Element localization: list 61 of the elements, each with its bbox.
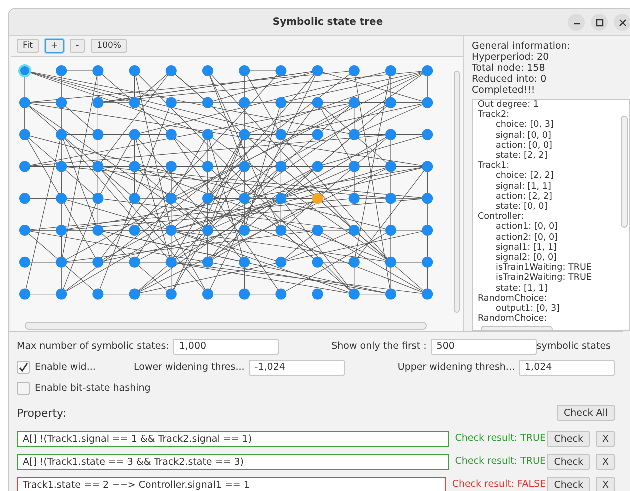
- checkbox[interactable]: [17, 361, 30, 374]
- checkbox-label: Enable wid...: [35, 362, 97, 373]
- check-button[interactable]: Check: [547, 431, 590, 447]
- remove-button[interactable]: X: [596, 477, 615, 491]
- zoom-button[interactable]: -: [70, 39, 86, 53]
- field-label: Lower widening thres...: [134, 362, 245, 373]
- tree-item: signal1: [1, 1]: [495, 242, 558, 253]
- tree-item: signal: [0, 0]: [495, 130, 552, 141]
- tree-item: state: [0, 0]: [496, 202, 549, 212]
- remove-button[interactable]: X: [596, 431, 615, 447]
- input-field[interactable]: -1,024: [248, 360, 345, 376]
- check-all-button[interactable]: Check All: [556, 405, 615, 421]
- tree-item: Controller:: [478, 212, 524, 222]
- tree-item: Track1:: [478, 161, 510, 172]
- window-title: Symbolic state tree: [272, 16, 384, 28]
- tree-item: action: [0, 0]: [495, 140, 554, 151]
- tree-item: choice: [2, 2]: [495, 171, 555, 182]
- field-label: Max number of symbolic states:: [17, 341, 170, 352]
- check-button[interactable]: Check: [547, 477, 590, 491]
- input-field[interactable]: 1,024: [519, 360, 615, 376]
- zoom-button[interactable]: 100%: [91, 39, 128, 53]
- tree-item: signal: [1, 1]: [495, 182, 552, 192]
- tree-item: signal2: [0, 0]: [495, 253, 558, 264]
- tree-item: choice: [0, 3]: [495, 120, 555, 131]
- tree-item: action1: [0, 0]: [495, 222, 560, 233]
- field-label: Upper widening thresh...: [398, 362, 515, 373]
- remove-button[interactable]: X: [596, 454, 615, 470]
- info-line: Hyperperiod: 20: [472, 52, 550, 63]
- property-field[interactable]: Track1.state == 2 −−> Controller.signal1 == 1: [17, 477, 446, 491]
- field-label: Show only the first :: [332, 341, 427, 352]
- tree-item: action2: [0, 0]: [495, 232, 560, 243]
- property-field[interactable]: A[] !(Track1.state == 3 && Track2.state == 3): [17, 454, 450, 470]
- maximize-button[interactable]: [591, 14, 608, 31]
- tree-item: Track2:: [478, 110, 510, 120]
- tree-item: isTrain2Waiting: TRUE: [495, 273, 593, 284]
- zoom-button[interactable]: Fit: [17, 39, 39, 53]
- info-line: General information:: [472, 41, 572, 52]
- info-line: Reduced into: 0: [472, 74, 548, 85]
- tree-item: action: [2, 2]: [495, 192, 554, 202]
- close-icon: [618, 18, 626, 26]
- tree-item: output1: [0, 3]: [496, 304, 562, 314]
- checkbox[interactable]: [17, 382, 30, 395]
- tree-item: state: [1, 1]: [495, 284, 549, 294]
- minimize-button[interactable]: [568, 14, 585, 31]
- section-title: Property:: [17, 406, 66, 420]
- zoom-button[interactable]: +: [44, 39, 64, 53]
- tree-item: RandomChoice:: [478, 314, 548, 324]
- input-field[interactable]: 1,000: [173, 338, 280, 354]
- info-line: Completed!!!: [472, 85, 536, 96]
- tree-item: Out degree: 1: [478, 100, 540, 110]
- checkbox-label: Enable bit-state hashing: [35, 383, 151, 394]
- close-button[interactable]: [614, 14, 630, 31]
- maximize-icon: [596, 18, 604, 26]
- property-field[interactable]: A[] !(Track1.signal == 1 && Track2.signal == 1): [17, 431, 450, 447]
- check-button[interactable]: Check: [547, 454, 590, 470]
- tree-item: state: [2, 2]: [496, 151, 549, 162]
- tree-item: isTrain1Waiting: TRUE: [495, 263, 593, 274]
- input-field[interactable]: 500: [430, 338, 537, 354]
- field-label: symbolic states: [536, 341, 611, 352]
- info-line: Total node: 158: [472, 63, 546, 74]
- tree-item: RandomChoice:: [478, 294, 548, 304]
